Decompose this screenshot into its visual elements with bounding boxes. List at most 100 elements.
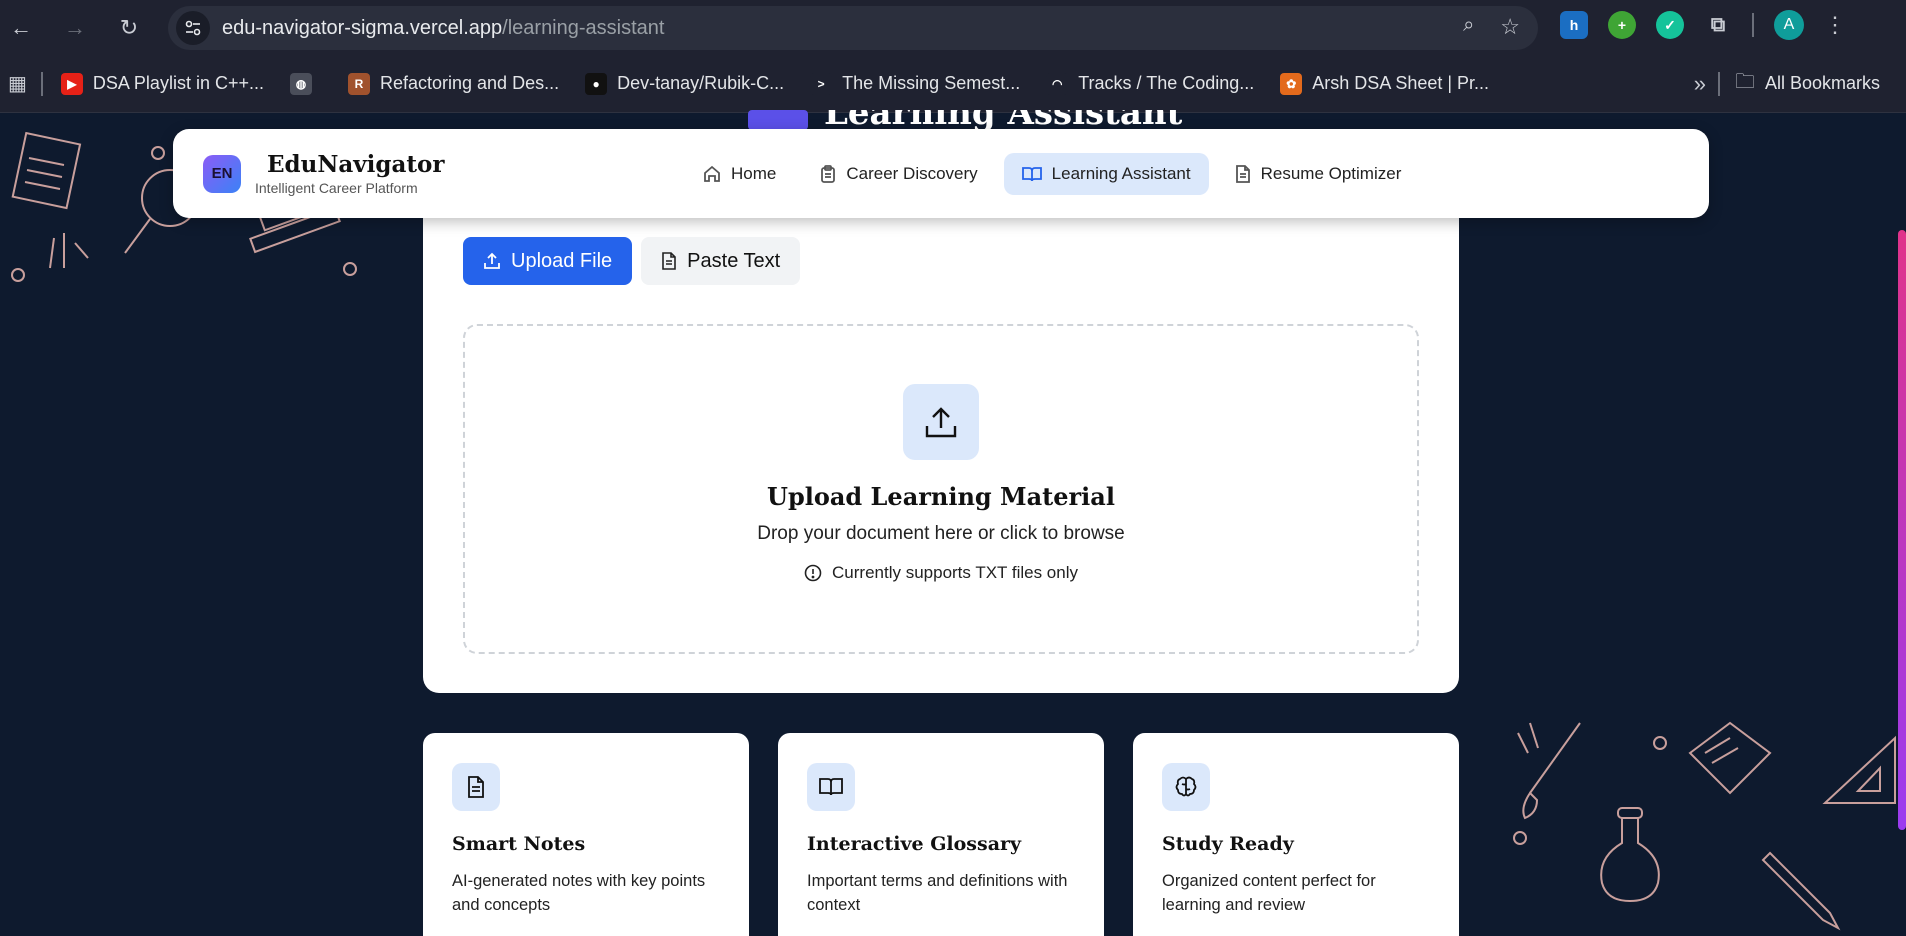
flask-doodle-icon <box>1600 807 1660 903</box>
site-info-icon[interactable] <box>176 11 210 45</box>
bookmark-item[interactable]: ◠ Tracks / The Coding... <box>1046 72 1255 95</box>
nav-learning-assistant-label: Learning Assistant <box>1051 164 1191 183</box>
dropzone-title: Upload Learning Material <box>767 482 1115 511</box>
nav-resume-optimizer-label: Resume Optimizer <box>1260 164 1402 183</box>
book-open-icon <box>1021 167 1042 182</box>
nav-resume-optimizer[interactable]: Resume Optimizer <box>1217 153 1420 195</box>
nav-career-discovery-label: Career Discovery <box>846 164 978 183</box>
bookmark-label: DSA Playlist in C++... <box>92 73 264 93</box>
main-menu: Home Career Discovery Learning Assistant… <box>685 153 1419 195</box>
file-text-icon <box>662 252 676 270</box>
bookmark-label: Refactoring and Des... <box>379 73 560 93</box>
reload-icon[interactable]: ↻ <box>114 13 144 43</box>
address-bar[interactable]: edu-navigator-sigma.vercel.app/learning-… <box>168 6 1538 50</box>
profile-avatar[interactable]: A <box>1774 10 1804 40</box>
file-text-icon <box>452 763 500 811</box>
bookmark-label: Tracks / The Coding... <box>1078 73 1255 93</box>
brand-name: EduNavigator <box>267 151 445 178</box>
back-icon[interactable]: ← <box>6 13 36 43</box>
brand-tagline: Intelligent Career Platform <box>255 180 418 196</box>
bookmark-favicon-icon: R <box>347 72 370 95</box>
bookmark-item[interactable]: ✿ Arsh DSA Sheet | Pr... <box>1280 72 1490 95</box>
bookmark-item[interactable]: R Refactoring and Des... <box>347 72 560 95</box>
extensions-puzzle-icon[interactable]: ⧉ <box>1704 11 1732 39</box>
extension-icon[interactable]: h <box>1560 11 1588 39</box>
feature-title: Smart Notes <box>452 833 586 855</box>
bookmark-item[interactable]: > The Missing Semest... <box>810 72 1021 95</box>
bookmark-label: Arsh DSA Sheet | Pr... <box>1312 73 1490 93</box>
feature-title: Interactive Glossary <box>807 833 1022 855</box>
upload-icon <box>903 384 979 460</box>
brand[interactable]: EduNavigator Intelligent Career Platform <box>255 151 444 196</box>
toolbar-divider <box>1752 13 1754 37</box>
home-icon <box>704 165 720 182</box>
browser-toolbar: ← → ↻ edu-navigator-sigma.vercel.app/lea… <box>0 0 1906 55</box>
folder-icon: 🗀 <box>1734 70 1755 93</box>
nav-career-discovery[interactable]: Career Discovery <box>802 153 995 195</box>
feature-desc: Organized content perfect for learning a… <box>1162 872 1376 914</box>
book-open-icon <box>748 110 808 130</box>
bookmark-favicon-icon: ✿ <box>1280 72 1303 95</box>
zoom-icon[interactable]: ⌕ <box>1463 14 1474 40</box>
bookmark-star-icon[interactable]: ☆ <box>1500 14 1520 40</box>
paintbrush-doodle-icon <box>1517 722 1581 820</box>
file-dropzone[interactable]: Upload Learning Material Drop your docum… <box>463 324 1419 654</box>
info-circle-icon <box>804 564 822 582</box>
bookmark-favicon-icon: ● <box>585 72 608 95</box>
feature-card-smart-notes: Smart Notes AI-generated notes with key … <box>423 733 749 936</box>
url-text: edu-navigator-sigma.vercel.app/learning-… <box>222 16 665 39</box>
scrollbar-thumb[interactable] <box>1898 230 1906 830</box>
bookmark-item[interactable]: ◍ <box>289 72 322 95</box>
more-bookmarks-icon[interactable]: » <box>1694 71 1706 97</box>
apps-grid-icon[interactable]: ▦ <box>8 71 27 96</box>
bookmarks-bar: ▦ ▶ DSA Playlist in C++... ◍ R Refactoring a… <box>0 55 1906 113</box>
brain-icon <box>1162 763 1210 811</box>
circle-doodle-icon <box>343 262 357 276</box>
feature-card-interactive-glossary: Interactive Glossary Important terms and… <box>778 733 1104 936</box>
upload-icon <box>484 252 500 269</box>
open-book-doodle-icon <box>1688 721 1772 795</box>
file-text-icon <box>1235 165 1250 183</box>
upload-card: Upload File Paste Text Upload Learning M… <box>423 200 1459 693</box>
page-scrollbar[interactable] <box>1896 113 1906 936</box>
circle-doodle-icon <box>11 268 25 282</box>
clipboard-icon <box>821 165 836 183</box>
sparkle-doodle-icon <box>49 233 89 269</box>
page-title: Learning Assistant <box>824 110 1183 130</box>
bookmark-label: The Missing Semest... <box>842 73 1021 93</box>
notebook-doodle-icon <box>11 131 82 210</box>
all-bookmarks-label: All Bookmarks <box>1764 73 1880 93</box>
paste-text-tab[interactable]: Paste Text <box>641 237 801 285</box>
logo[interactable]: EN <box>203 154 241 193</box>
feature-title: Study Ready <box>1162 833 1294 855</box>
upload-file-tab[interactable]: Upload File <box>463 237 633 285</box>
feature-desc: AI-generated notes with key points and c… <box>452 872 706 914</box>
bookmark-item[interactable]: ▶ DSA Playlist in C++... <box>60 72 264 95</box>
bookmark-item[interactable]: ● Dev-tanay/Rubik-C... <box>585 72 785 95</box>
dropzone-note: Currently supports TXT files only <box>465 563 1417 583</box>
nav-learning-assistant[interactable]: Learning Assistant <box>1003 153 1209 195</box>
extension-grammar-icon[interactable]: ✓ <box>1656 11 1684 39</box>
extension-plus-icon[interactable]: + <box>1608 11 1636 39</box>
all-bookmarks-folder[interactable]: 🗀 All Bookmarks <box>1735 67 1880 101</box>
circle-doodle-icon <box>151 146 165 160</box>
book-open-icon <box>807 763 855 811</box>
bookmarks-divider <box>40 71 43 96</box>
bookmark-favicon-icon: ◠ <box>1046 72 1069 95</box>
nav-home[interactable]: Home <box>685 153 794 195</box>
ruler-triangle-doodle-icon <box>1822 735 1896 804</box>
bookmark-favicon-icon: ◍ <box>289 72 312 95</box>
circle-doodle-icon <box>1513 831 1527 845</box>
bookmark-favicon-icon: ▶ <box>60 72 83 95</box>
upload-file-label: Upload File <box>511 249 613 272</box>
nav-home-label: Home <box>731 164 777 183</box>
bookmark-favicon-icon: > <box>810 72 833 95</box>
forward-icon[interactable]: → <box>60 13 90 43</box>
feature-card-study-ready: Study Ready Organized content perfect fo… <box>1133 733 1459 936</box>
dropzone-subtitle: Drop your document here or click to brow… <box>757 523 1125 544</box>
bookmark-label: Dev-tanay/Rubik-C... <box>617 73 785 93</box>
menu-kebab-icon[interactable]: ⋮ <box>1824 12 1846 38</box>
circle-doodle-icon <box>1653 736 1667 750</box>
paste-text-label: Paste Text <box>687 249 781 272</box>
bookmarks-divider <box>1718 71 1720 96</box>
